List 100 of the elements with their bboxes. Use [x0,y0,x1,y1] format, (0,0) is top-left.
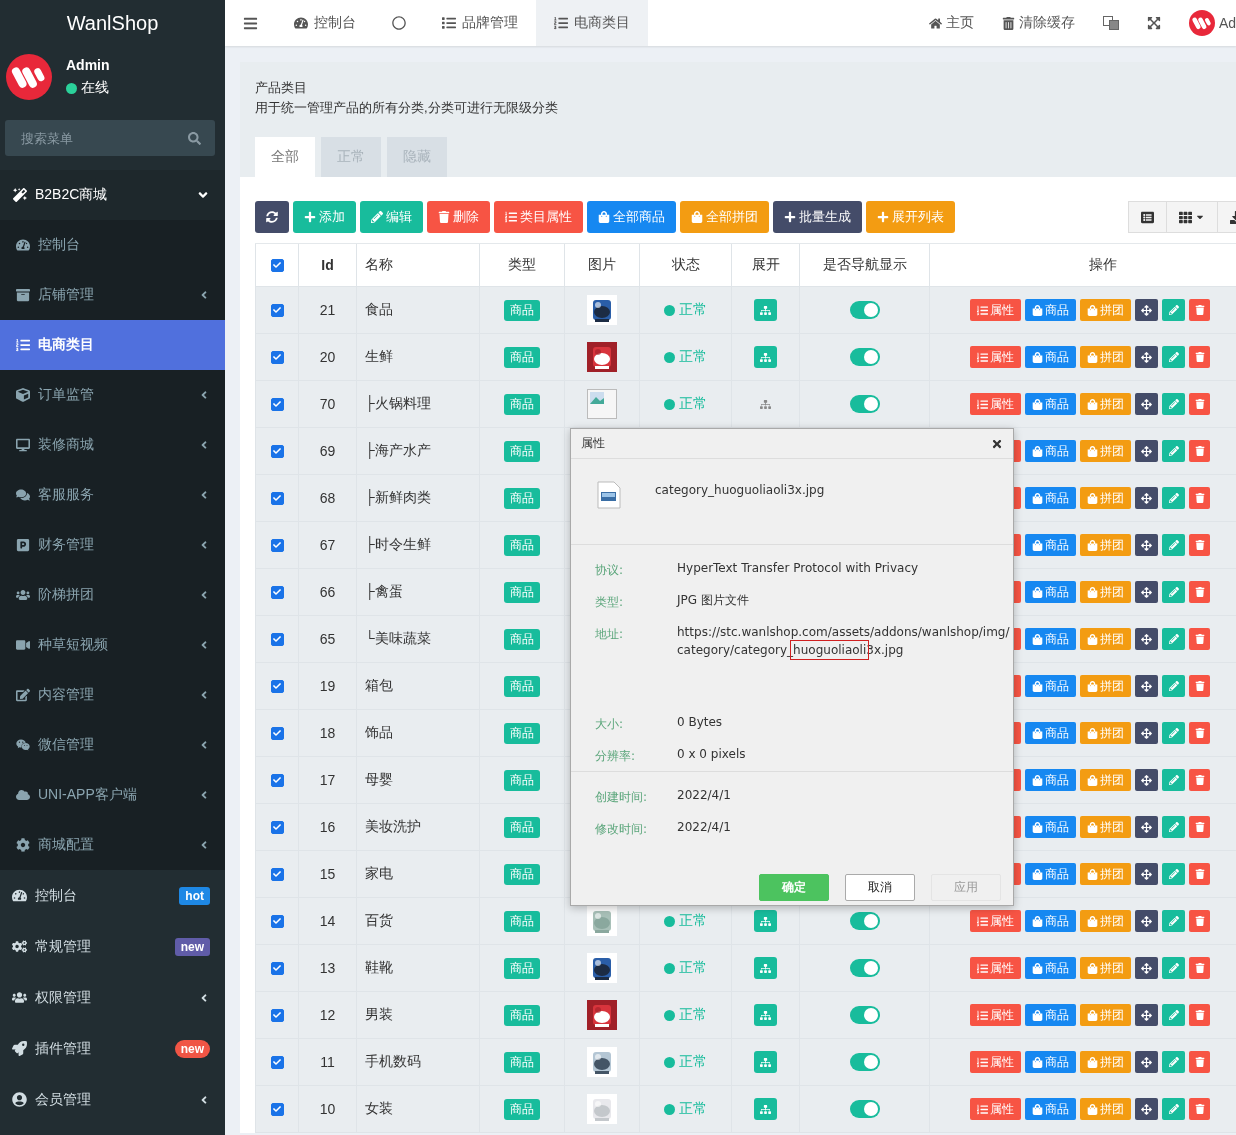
toolbar-button[interactable]: 类目属性 [494,201,583,233]
goods-button[interactable]: 商品 [1025,1051,1076,1073]
menu-item[interactable]: 插件管理 new [0,1023,225,1074]
goods-button[interactable]: 商品 [1025,816,1076,838]
attribute-button[interactable]: 属性 [970,299,1021,321]
group-buy-button[interactable]: 拼团 [1080,487,1131,509]
group-buy-button[interactable]: 拼团 [1080,722,1131,744]
goods-button[interactable]: 商品 [1025,346,1076,368]
field-label: 协议: [595,562,625,579]
nav-link[interactable]: 主页 [928,14,974,32]
type-tag: 商品 [504,581,540,603]
group-buy-button[interactable]: 拼团 [1080,957,1131,979]
panel-title: 产品类目 [255,79,308,97]
status-text: 正常 [679,1053,707,1071]
nav-tab[interactable]: 品牌管理 [424,0,536,46]
type-tag: 商品 [504,769,540,791]
toolbar-button[interactable]: 删除 [427,201,490,233]
menu-item[interactable]: 控制台 [0,220,225,270]
goods-button[interactable]: 商品 [1025,299,1076,321]
dialog-button[interactable]: 确定 [759,874,829,901]
menu-item[interactable]: 微信管理 [0,720,225,770]
field-value: JPG 图片文件 [677,592,749,609]
group-buy-button[interactable]: 拼团 [1080,816,1131,838]
goods-button[interactable]: 商品 [1025,957,1076,979]
field-label: 修改时间: [595,821,649,838]
goods-button[interactable]: 商品 [1025,863,1076,885]
menu-item[interactable]: 控制台 hot [0,870,225,921]
filter-tab[interactable]: 全部 [255,137,315,177]
menu-item[interactable]: UNI-APP客户端 [0,770,225,820]
menu-item[interactable]: 客服服务 [0,470,225,520]
panel-description: 用于统一管理产品的所有分类,分类可进行无限级分类 [255,99,559,117]
goods-button[interactable]: 商品 [1025,675,1076,697]
toolbar-button[interactable]: 编辑 [360,201,423,233]
field-label: 类型: [595,594,625,611]
menu-item[interactable]: 电商类目 [0,320,225,370]
group-buy-button[interactable]: 拼团 [1080,393,1131,415]
attribute-button[interactable]: 属性 [970,957,1021,979]
field-label: 创建时间: [595,789,649,806]
menu-item[interactable]: 商城配置 [0,820,225,870]
status-text: 正常 [679,959,707,977]
toolbar-button[interactable]: 全部商品 [587,201,676,233]
goods-button[interactable]: 商品 [1025,910,1076,932]
menu-item[interactable]: 订单监管 [0,370,225,420]
menu-group-label: B2B2C商城 [35,186,109,204]
group-buy-button[interactable]: 拼团 [1080,1051,1131,1073]
goods-button[interactable]: 商品 [1025,440,1076,462]
goods-button[interactable]: 商品 [1025,393,1076,415]
group-buy-button[interactable]: 拼团 [1080,675,1131,697]
menu-item[interactable]: 内容管理 [0,670,225,720]
menu-item[interactable]: 财务管理 [0,520,225,570]
nav-tab[interactable]: 电商类目 [536,0,648,46]
goods-button[interactable]: 商品 [1025,1098,1076,1120]
nav-link[interactable]: 清除缓存 [1001,14,1075,32]
attribute-button[interactable]: 属性 [970,1098,1021,1120]
type-tag: 商品 [504,675,540,697]
goods-button[interactable]: 商品 [1025,487,1076,509]
nav-tab[interactable]: 控制台 [276,0,374,46]
menu-item[interactable]: 装修商城 [0,420,225,470]
group-buy-button[interactable]: 拼团 [1080,1004,1131,1026]
toolbar-button[interactable]: 全部拼团 [680,201,769,233]
goods-button[interactable]: 商品 [1025,1004,1076,1026]
user-menu[interactable]: Ad [1188,10,1236,36]
menu-item[interactable]: 店铺管理 [0,270,225,320]
goods-button[interactable]: 商品 [1025,534,1076,556]
group-buy-button[interactable]: 拼团 [1080,769,1131,791]
menu-group[interactable]: B2B2C商城 [0,170,225,220]
goods-button[interactable]: 商品 [1025,628,1076,650]
dialog-button[interactable]: 取消 [845,874,915,901]
table-cell: 13 [319,960,336,976]
group-buy-button[interactable]: 拼团 [1080,628,1131,650]
menu-item[interactable]: 种草短视频 [0,620,225,670]
table-cell: 12 [319,1007,336,1023]
menu-item[interactable]: 会员管理 [0,1074,225,1125]
table-cell: 饰品 [365,724,393,742]
attribute-button[interactable]: 属性 [970,1051,1021,1073]
attribute-button[interactable]: 属性 [970,346,1021,368]
search-field[interactable]: 搜索菜单 [5,120,215,156]
search-input[interactable]: 搜索菜单 [19,129,169,147]
group-buy-button[interactable]: 拼团 [1080,534,1131,556]
menu-item[interactable]: 权限管理 [0,972,225,1023]
group-buy-button[interactable]: 拼团 [1080,440,1131,462]
group-buy-button[interactable]: 拼团 [1080,346,1131,368]
attribute-button[interactable]: 属性 [970,393,1021,415]
table-cell: 66 [319,584,336,600]
goods-button[interactable]: 商品 [1025,722,1076,744]
group-buy-button[interactable]: 拼团 [1080,863,1131,885]
table-cell: └美味蔬菜 [365,630,431,648]
toolbar-button[interactable]: 批量生成 [773,201,862,233]
toolbar-button[interactable]: 展开列表 [866,201,955,233]
group-buy-button[interactable]: 拼团 [1080,1098,1131,1120]
goods-button[interactable]: 商品 [1025,769,1076,791]
menu-item[interactable]: 常规管理 new [0,921,225,972]
attribute-button[interactable]: 属性 [970,1004,1021,1026]
group-buy-button[interactable]: 拼团 [1080,581,1131,603]
attribute-button[interactable]: 属性 [970,910,1021,932]
group-buy-button[interactable]: 拼团 [1080,910,1131,932]
toolbar-button[interactable]: 添加 [293,201,356,233]
goods-button[interactable]: 商品 [1025,581,1076,603]
menu-item[interactable]: 阶梯拼团 [0,570,225,620]
group-buy-button[interactable]: 拼团 [1080,299,1131,321]
